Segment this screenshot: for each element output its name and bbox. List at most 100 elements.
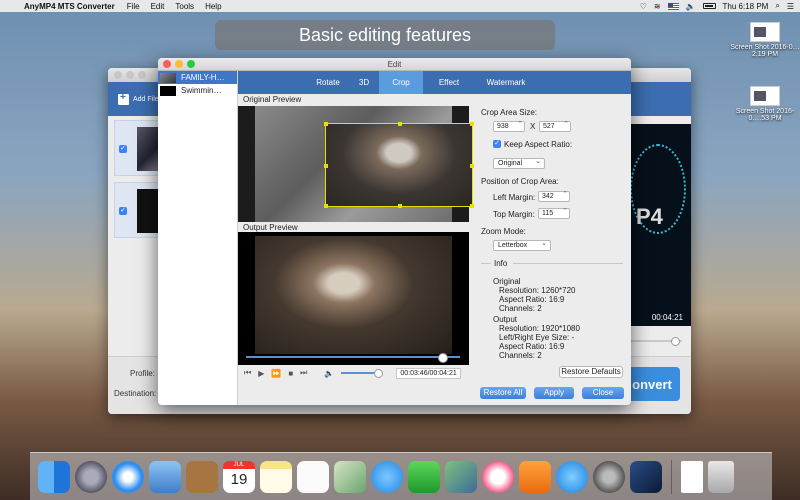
crop-handle[interactable] — [398, 204, 402, 208]
menu-edit[interactable]: Edit — [151, 2, 165, 11]
ibooks-icon[interactable] — [519, 460, 551, 493]
info-output-title: Output — [493, 315, 518, 324]
tab-rotate[interactable]: Rotate — [307, 71, 349, 94]
file-row[interactable]: ✓ — [114, 182, 162, 238]
crop-handle[interactable] — [398, 122, 402, 126]
reminders-icon[interactable] — [297, 460, 329, 493]
edit-tabs: Rotate 3D Crop Effect Watermark — [238, 71, 631, 94]
minimize-window-button[interactable] — [175, 60, 183, 68]
restore-all-button[interactable]: Restore All — [480, 387, 526, 399]
edit-file-item-swimming[interactable]: Swimmin… — [158, 84, 237, 97]
tab-crop[interactable]: Crop — [379, 71, 423, 94]
edit-file-item-family[interactable]: FAMILY-H… — [158, 71, 237, 84]
heart-icon[interactable]: ♡ — [640, 2, 647, 11]
info-output-eye-size: Left/Right Eye Size: - — [499, 333, 575, 342]
add-file-icon[interactable] — [118, 92, 129, 105]
crop-x-label: X — [530, 122, 536, 131]
file-checkbox[interactable]: ✓ — [119, 207, 127, 215]
stop-icon[interactable]: ■ — [288, 369, 293, 378]
crop-handle[interactable] — [470, 164, 474, 168]
mail-icon[interactable] — [149, 460, 181, 493]
play-icon[interactable]: ▶ — [258, 369, 264, 378]
search-icon[interactable]: ⌕ — [775, 1, 779, 11]
file-row[interactable]: ✓ — [114, 120, 162, 176]
crop-handle[interactable] — [324, 164, 328, 168]
menu-tools[interactable]: Tools — [175, 2, 194, 11]
preview-icon[interactable] — [334, 460, 366, 493]
desktop-screenshot-2[interactable]: Screen Shot 2016-0….53 PM — [730, 86, 800, 122]
wifi-icon[interactable]: ≋ — [654, 2, 661, 11]
file-icon[interactable] — [681, 460, 703, 493]
app-menu[interactable]: AnyMP4 MTS Converter — [24, 2, 115, 11]
volume-slider[interactable] — [341, 369, 384, 378]
menu-help[interactable]: Help — [205, 2, 221, 11]
tab-watermark[interactable]: Watermark — [475, 71, 537, 94]
desktop-icon-label: Screen Shot 2016-0…2.19 PM — [730, 44, 800, 58]
skip-back-icon[interactable]: ⏮ — [244, 368, 251, 378]
add-file-button[interactable]: Add File — [133, 96, 159, 103]
seek-slider[interactable] — [246, 353, 460, 363]
convert-button[interactable]: onvert — [624, 367, 680, 401]
keep-aspect-checkbox[interactable]: ✓ — [493, 140, 501, 148]
minimize-dot[interactable] — [126, 71, 134, 79]
info-output-channels: Channels: 2 — [499, 351, 542, 360]
close-button[interactable]: Close — [582, 387, 624, 399]
crop-handle[interactable] — [470, 122, 474, 126]
apply-button[interactable]: Apply — [534, 387, 574, 399]
finder-icon[interactable] — [38, 460, 70, 493]
input-source-flag-icon[interactable] — [667, 2, 679, 10]
app-store-icon[interactable] — [556, 460, 588, 493]
crop-height-stepper[interactable]: 527 — [539, 120, 571, 132]
calendar-month: JUL — [223, 460, 255, 469]
close-dot[interactable] — [114, 71, 122, 79]
crop-handle[interactable] — [470, 204, 474, 208]
notes-icon[interactable] — [260, 460, 292, 493]
crop-handle[interactable] — [324, 122, 328, 126]
facetime-icon[interactable] — [408, 460, 440, 493]
dock: JUL 19 — [30, 452, 772, 500]
tab-effect[interactable]: Effect — [423, 71, 475, 94]
crop-area[interactable] — [324, 122, 474, 208]
fast-forward-icon[interactable]: ⏩ — [271, 369, 281, 378]
itunes-icon[interactable] — [482, 460, 514, 493]
skip-forward-icon[interactable]: ⏭ — [300, 368, 307, 378]
feature-banner: Basic editing features — [215, 20, 555, 50]
left-margin-stepper[interactable]: 342 — [538, 190, 570, 202]
restore-defaults-button[interactable]: Restore Defaults — [559, 366, 623, 378]
tab-3d[interactable]: 3D — [349, 71, 379, 94]
zoom-dot[interactable] — [138, 71, 146, 79]
clock[interactable]: Thu 6:18 PM — [723, 2, 769, 11]
zoom-window-button[interactable] — [187, 60, 195, 68]
notes-book-icon[interactable] — [186, 460, 218, 493]
main-volume-slider[interactable] — [628, 337, 682, 346]
system-preferences-icon[interactable] — [593, 460, 625, 493]
safari-icon[interactable] — [112, 460, 144, 493]
crop-handle[interactable] — [324, 204, 328, 208]
close-window-button[interactable] — [163, 60, 171, 68]
divider — [513, 263, 623, 264]
desktop-screenshot-1[interactable]: Screen Shot 2016-0…2.19 PM — [730, 22, 800, 58]
top-margin-stepper[interactable]: 115 — [538, 207, 570, 219]
trash-icon[interactable] — [708, 460, 734, 493]
volume-icon[interactable]: 🔈 — [324, 369, 334, 378]
calendar-icon[interactable]: JUL 19 — [223, 460, 255, 493]
crop-width-stepper[interactable]: 938 — [493, 120, 525, 132]
list-icon[interactable]: ☰ — [787, 2, 794, 11]
menu-bar: AnyMP4 MTS Converter File Edit Tools Hel… — [0, 0, 800, 12]
info-original-resolution: Resolution: 1260*720 — [499, 286, 576, 295]
file-checkbox[interactable]: ✓ — [119, 145, 127, 153]
messages-icon[interactable] — [371, 460, 403, 493]
launchpad-icon[interactable] — [75, 460, 107, 493]
battery-icon[interactable] — [702, 3, 716, 9]
original-preview-label: Original Preview — [243, 95, 302, 104]
mts-converter-icon[interactable] — [630, 460, 662, 493]
info-title: Info — [494, 259, 508, 268]
file-name: FAMILY-H… — [181, 73, 225, 82]
profile-label: Profile: — [130, 369, 155, 378]
volume-icon[interactable]: 🔈 — [686, 2, 696, 11]
photos-icon[interactable] — [445, 460, 477, 493]
main-preview-time: 00:04:21 — [626, 310, 691, 326]
zoom-mode-select[interactable]: Letterbox — [493, 239, 551, 251]
aspect-ratio-select[interactable]: Original — [493, 157, 545, 169]
menu-file[interactable]: File — [127, 2, 140, 11]
